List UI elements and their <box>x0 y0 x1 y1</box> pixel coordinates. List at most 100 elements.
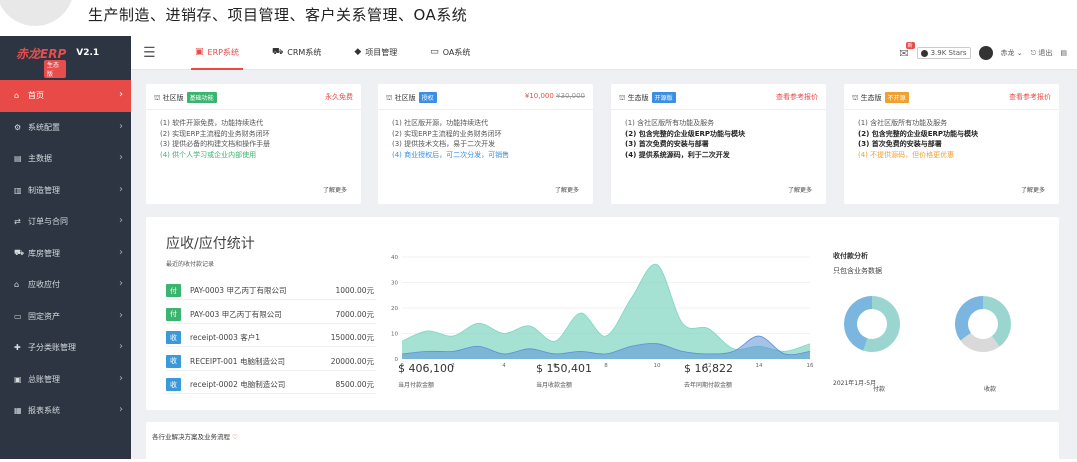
sidebar-item-6[interactable]: ⌂ 应收应付 › <box>0 269 131 301</box>
plan-price[interactable]: 永久免费 <box>325 92 353 102</box>
settings-icon[interactable]: ▤ <box>1060 49 1067 57</box>
brand-version: V2.1 <box>76 48 100 58</box>
chevron-right-icon: › <box>119 372 123 384</box>
learn-more-link[interactable]: 了解更多 <box>788 185 812 194</box>
chevron-right-icon: › <box>119 278 123 289</box>
record-name: PAY-003 甲乙丙丁有限公司 <box>190 309 282 319</box>
plan-card: ⛫ 生态版 开源版 查看参考报价 (1) 含社区版所有功能及服务 (2) 包含完整的企业… <box>611 84 826 204</box>
tab-1[interactable]: ⛟ CRM系统 <box>268 36 325 70</box>
plan-tag: 授权 <box>418 92 437 103</box>
payment-record[interactable]: 付 PAY-003 甲乙丙丁有限公司 7000.00元 <box>166 306 376 324</box>
erp-icon: ▣ <box>195 47 204 57</box>
hamburger-menu-icon[interactable]: ☰ <box>143 45 156 61</box>
record-name: receipt-0002 电脑制造公司 <box>190 380 286 389</box>
sidebar-menu: ⌂ 首页 › ⚙ 系统配置 › ▤ 主数据 › ▥ 制造管理 › ⇄ 订单与合同 › ⛟ 库房管理 › ⌂ 应收应付 ›… <box>0 80 131 427</box>
truck-icon: ⛟ <box>271 46 284 57</box>
logout-link[interactable]: ⎋ 退出 <box>1031 48 1053 58</box>
sidebar-item-label: 子分类账管理 <box>28 343 76 353</box>
book-icon: ▣ <box>14 374 22 384</box>
chevron-right-icon: › <box>119 215 123 226</box>
github-icon <box>920 49 928 57</box>
avatar[interactable] <box>978 46 993 60</box>
sidebar-item-1[interactable]: ⚙ 系统配置 › <box>0 112 131 144</box>
banner-headline: 生产制造、进销存、项目管理、客户关系管理、OA系统 <box>88 6 468 24</box>
plan-edition: ⛫ 生态版 <box>619 94 649 102</box>
sidebar-item-label: 首页 <box>28 91 44 101</box>
sidebar-item-9[interactable]: ▣ 总账管理 › <box>0 364 131 396</box>
gear-icon: ⚙ <box>14 122 22 132</box>
sidebar-item-4[interactable]: ⇄ 订单与合同 › <box>0 206 131 238</box>
summary-stat: $ 406,100 当月付款金额 <box>398 362 454 389</box>
sidebar-item-label: 总账管理 <box>28 374 60 384</box>
chevron-right-icon: › <box>119 309 123 321</box>
stats-subtitle: 最近的收付款记录 <box>166 261 215 268</box>
brand-logo: 赤龙ERP 生态版 <box>16 46 67 78</box>
payment-record[interactable]: 收 RECEIPT-001 电脑制造公司 20000.00元 <box>166 353 376 371</box>
sidebar-item-label: 制造管理 <box>28 185 60 195</box>
mail-icon[interactable]: ✉ 新 <box>899 41 915 60</box>
record-type-badge: 收 <box>166 378 181 391</box>
solutions-panel: 各行业解决方案及业务流程 ♡ <box>146 422 1059 462</box>
topbar-right: ✉ 新 3.9K Stars 赤龙 ⌄ ⎋ 退出 ▤ <box>891 36 1067 70</box>
plan-feature: (2) 实现ERP主流程的业务财务闭环 <box>160 129 270 138</box>
record-type-badge: 收 <box>166 331 181 344</box>
payment-record[interactable]: 付 PAY-0003 甲乙丙丁有限公司 1000.00元 <box>166 282 376 300</box>
plan-feature: (4) 提供系统源码，利于二次开发 <box>625 150 730 159</box>
plan-feature: (4) 供个人学习或企业内部使用 <box>160 150 257 159</box>
tab-2[interactable]: ◆ 项目管理 <box>350 36 401 70</box>
plan-price[interactable]: 查看参考报价 <box>1009 92 1051 102</box>
plan-feature: (1) 社区版开源，功能持续迭代 <box>392 119 489 127</box>
github-stars-button[interactable]: 3.9K Stars <box>916 47 971 59</box>
learn-more-link[interactable]: 了解更多 <box>1021 185 1045 194</box>
plan-feature: (2) 包含完整的企业级ERP功能与模块 <box>858 129 979 138</box>
chevron-right-icon: › <box>119 120 123 132</box>
sidebar-item-5[interactable]: ⛟ 库房管理 › <box>0 238 131 270</box>
tab-3[interactable]: ▭ OA系统 <box>426 36 474 70</box>
summary-value: $ 406,100 <box>398 362 454 375</box>
learn-more-link[interactable]: 了解更多 <box>323 185 347 194</box>
brand[interactable]: 赤龙ERP 生态版 V2.1 <box>0 36 131 78</box>
sidebar-item-label: 系统配置 <box>28 122 60 132</box>
sidebar-item-10[interactable]: ▦ 报表系统 › <box>0 395 131 427</box>
plan-feature: (2) 实现ERP主流程的业务财务闭环 <box>392 129 502 138</box>
chevron-right-icon: › <box>119 246 123 258</box>
record-amount: 20000.00元 <box>330 356 374 366</box>
x-tick-label: 10 <box>654 363 661 369</box>
plan-feature: (3) 首次免费的安装与部署 <box>625 140 709 148</box>
bar-chart-icon: ▥ <box>14 185 22 195</box>
plan-price[interactable]: ¥10,000 ¥30,000 <box>525 92 585 100</box>
sidebar-item-8[interactable]: ✚ 子分类账管理 › <box>0 332 131 364</box>
plan-edition: ⛫ 社区版 <box>154 94 184 102</box>
record-name: PAY-0003 甲乙丙丁有限公司 <box>190 286 287 295</box>
plan-card: ⛫ 社区版 基础功能 永久免费 (1) 软件开源免费，功能持续迭代 (2) 实现ERP主… <box>146 84 361 204</box>
summary-value: $ 150,401 <box>536 362 592 375</box>
learn-more-link[interactable]: 了解更多 <box>555 185 579 194</box>
payment-record[interactable]: 收 receipt-0002 电脑制造公司 8500.00元 <box>166 376 376 394</box>
sidebar-item-label: 库房管理 <box>28 248 60 258</box>
record-amount: 7000.00元 <box>335 309 374 319</box>
sidebar: 赤龙ERP 生态版 V2.1 ⌂ 首页 › ⚙ 系统配置 › ▤ 主数据 › ▥ 制造管理 › ⇄ 订单与合… <box>0 36 131 459</box>
user-menu[interactable]: 赤龙 ⌄ <box>1001 48 1023 58</box>
banner-logo <box>0 0 74 26</box>
summary-label: 去年同期付款金额 <box>684 382 733 389</box>
plan-feature: (3) 提供必备的构建文档和操作手册 <box>160 140 271 148</box>
sidebar-item-label: 应收应付 <box>28 280 60 290</box>
pie-date: 2021年1月-5月 <box>833 380 877 387</box>
plan-tag: 基础功能 <box>186 92 217 103</box>
summary-label: 当月付款金额 <box>398 382 435 389</box>
sidebar-item-2[interactable]: ▤ 主数据 › <box>0 143 131 175</box>
plan-feature: (2) 包含完整的企业级ERP功能与模块 <box>625 129 746 138</box>
sidebar-item-7[interactable]: ▭ 固定资产 › <box>0 301 131 333</box>
chevron-right-icon: › <box>119 89 123 100</box>
plan-feature: (4) 不提供源码，但价格更优惠 <box>858 150 955 159</box>
payment-record[interactable]: 收 receipt-0003 客户1 15000.00元 <box>166 329 376 347</box>
sidebar-item-0[interactable]: ⌂ 首页 › <box>0 80 131 112</box>
x-tick-label: 8 <box>604 363 608 369</box>
chevron-right-icon: › <box>119 183 123 195</box>
x-tick-label: 14 <box>756 363 763 369</box>
tab-0[interactable]: ▣ ERP系统 <box>191 36 243 70</box>
cube-icon: ◆ <box>354 47 362 57</box>
sidebar-item-3[interactable]: ▥ 制造管理 › <box>0 175 131 207</box>
plan-tag: 开源版 <box>651 92 676 103</box>
plan-price[interactable]: 查看参考报价 <box>776 92 818 102</box>
